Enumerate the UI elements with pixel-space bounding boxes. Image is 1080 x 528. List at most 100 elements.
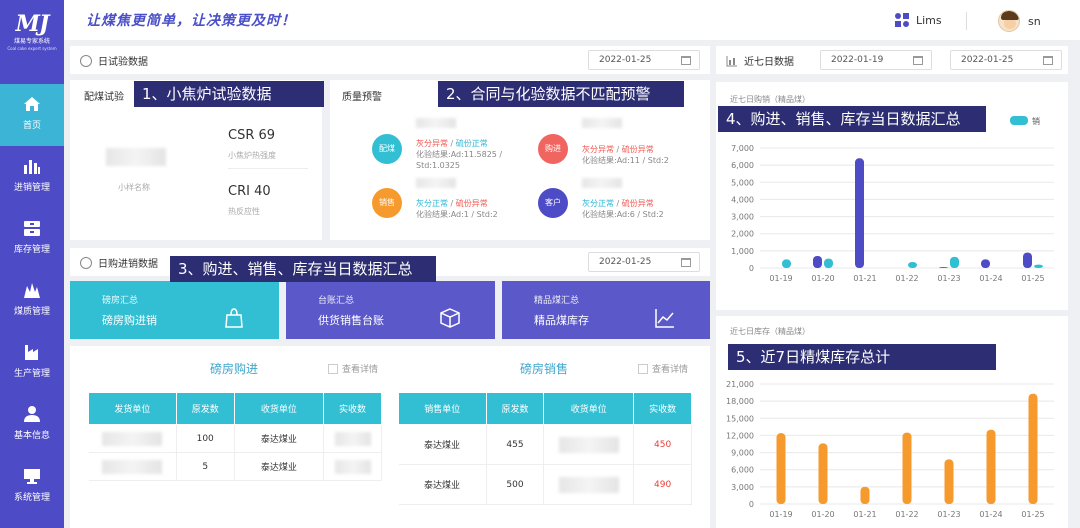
seven-day-title-text: 近七日数据	[744, 57, 794, 68]
test-result: 化验结果:Ad:1 / Std:2	[416, 210, 498, 219]
bar	[824, 258, 833, 268]
username: sn	[1028, 14, 1041, 28]
y-tick-label: 9,000	[731, 449, 754, 458]
x-tick-label: 01-23	[937, 274, 960, 283]
redacted-name	[416, 118, 456, 128]
card-main: 供货销售台账	[318, 314, 384, 327]
line-chart-icon	[655, 309, 674, 328]
divider	[228, 168, 308, 169]
sales-table: 销售单位 原发数 收货单位 实收数 泰达煤业 455 450 泰达煤业 500 …	[398, 392, 692, 505]
x-tick-label: 01-22	[895, 274, 918, 283]
sidebar-item-label: 煤质管理	[13, 307, 50, 317]
bar	[818, 443, 828, 504]
daily-test-date-picker[interactable]: 2022-01-25	[588, 50, 700, 70]
col-header: 原发数	[175, 392, 235, 425]
purchase-table: 发货单位 原发数 收货单位 实收数 100 泰达煤业 5 泰达煤业	[88, 392, 382, 481]
cell	[88, 452, 177, 481]
daily-test-title-text: 日试验数据	[98, 57, 148, 68]
sidebar-item-trade[interactable]: 进销管理	[0, 146, 64, 208]
bar	[908, 262, 917, 268]
x-tick-label: 01-20	[811, 510, 834, 519]
sidebar-item-home[interactable]: 首页	[0, 84, 64, 146]
logo-en: Coal coke expert system	[7, 46, 57, 51]
detail-label: 查看详情	[652, 365, 689, 375]
bar	[902, 432, 912, 504]
sidebar-item-production[interactable]: 生产管理	[0, 332, 64, 394]
col-header: 销售单位	[398, 392, 487, 425]
seven-day-date-from[interactable]: 2022-01-19	[820, 50, 932, 70]
y-tick-label: 5,000	[731, 178, 754, 187]
bar	[939, 267, 948, 268]
ledger-summary-card[interactable]: 台账汇总 供货销售台账	[286, 281, 495, 339]
y-tick-label: 21,000	[726, 380, 754, 389]
bar-chart-icon	[726, 55, 737, 66]
weighbridge-tables-panel: 磅房购进 查看详情 发货单位 原发数 收货单位 实收数 100 泰达煤业 5 泰…	[70, 346, 710, 528]
clock-icon	[80, 54, 92, 67]
warning-item-customer: 灰分正常 / 硫份异常 化验结果:Ad:6 / Std:2	[582, 199, 664, 219]
coal-quality-icon	[24, 283, 40, 298]
daily-trade-date: 2022-01-25	[599, 257, 652, 267]
x-tick-label: 01-25	[1021, 510, 1044, 519]
redacted-name	[582, 178, 622, 188]
sidebar-item-inventory[interactable]: 库存管理	[0, 208, 64, 270]
bar	[813, 256, 822, 268]
cri-value: CRI 40	[228, 184, 271, 199]
coke-test-subtitle: 配煤试验	[84, 92, 124, 103]
header-divider	[966, 12, 967, 30]
cell: 500	[486, 464, 545, 505]
bar	[855, 158, 864, 268]
annotation-4: 4、购进、销售、库存当日数据汇总	[718, 106, 986, 132]
cell: 泰达煤业	[398, 424, 487, 465]
card-main: 精品煤库存	[534, 314, 589, 327]
premium-coal-summary-card[interactable]: 精品煤汇总 精品煤库存	[502, 281, 710, 339]
y-tick-label: 4,000	[731, 195, 754, 204]
x-tick-label: 01-19	[769, 510, 792, 519]
redacted-name	[582, 118, 622, 128]
weighbridge-summary-card[interactable]: 磅房汇总 磅房购进销	[70, 281, 279, 339]
seven-day-date-to[interactable]: 2022-01-25	[950, 50, 1062, 70]
annotation-1: 1、小焦炉试验数据	[134, 81, 324, 107]
sidebar-item-basic-info[interactable]: 基本信息	[0, 394, 64, 456]
x-tick-label: 01-23	[937, 510, 960, 519]
y-tick-label: 6,000	[731, 161, 754, 170]
sidebar-item-coal-quality[interactable]: 煤质管理	[0, 270, 64, 332]
sales-detail-toggle[interactable]: 查看详情	[638, 362, 688, 375]
logo-cn: 煤易专家系统	[13, 38, 50, 45]
sales-table-title: 磅房销售	[520, 362, 569, 376]
home-icon	[24, 97, 40, 111]
annotation-5: 5、近7日精煤库存总计	[728, 344, 996, 370]
sidebar-item-label: 系统管理	[13, 493, 50, 503]
table-row[interactable]: 泰达煤业 500 490	[398, 464, 692, 505]
daily-test-title: 日试验数据	[80, 53, 148, 68]
test-result: 化验结果:Ad:11 / Std:2	[582, 156, 669, 165]
badge-sales: 销售	[372, 188, 402, 218]
box-icon	[440, 308, 460, 328]
app-logo[interactable]: MJ 煤易专家系统 Coal coke expert system	[4, 6, 60, 62]
sulfur-status: 硫份异常	[621, 199, 654, 208]
table-row[interactable]: 泰达煤业 455 450	[398, 424, 692, 465]
bar	[950, 256, 959, 268]
cell: 5	[176, 452, 235, 481]
legend-swatch	[1010, 116, 1028, 125]
checkbox	[638, 363, 648, 374]
x-tick-label: 01-24	[979, 510, 1002, 519]
table-row[interactable]: 100 泰达煤业	[88, 424, 382, 453]
bar	[782, 259, 791, 268]
y-tick-label: 1,000	[731, 247, 754, 256]
badge-purchase: 购进	[538, 134, 568, 164]
sidebar-item-system[interactable]: 系统管理	[0, 456, 64, 518]
user-icon	[24, 406, 40, 422]
purchase-detail-toggle[interactable]: 查看详情	[328, 362, 378, 375]
table-row[interactable]: 5 泰达煤业	[88, 452, 382, 481]
table-header-row: 发货单位 原发数 收货单位 实收数	[88, 392, 382, 425]
sample-label: 小样名称	[118, 183, 150, 192]
bar	[986, 429, 996, 504]
lims-link[interactable]: Lims	[894, 12, 942, 28]
test-result: 化验结果:Ad:11.5825 / Std:1.0325	[416, 150, 503, 170]
y-tick-label: 6,000	[731, 466, 754, 475]
user-menu[interactable]: sn	[998, 10, 1041, 32]
sidebar-item-label: 基本信息	[13, 431, 50, 441]
csr-label: 小焦炉热强度	[228, 151, 276, 160]
detail-label: 查看详情	[342, 365, 379, 375]
daily-trade-date-picker[interactable]: 2022-01-25	[588, 252, 700, 272]
